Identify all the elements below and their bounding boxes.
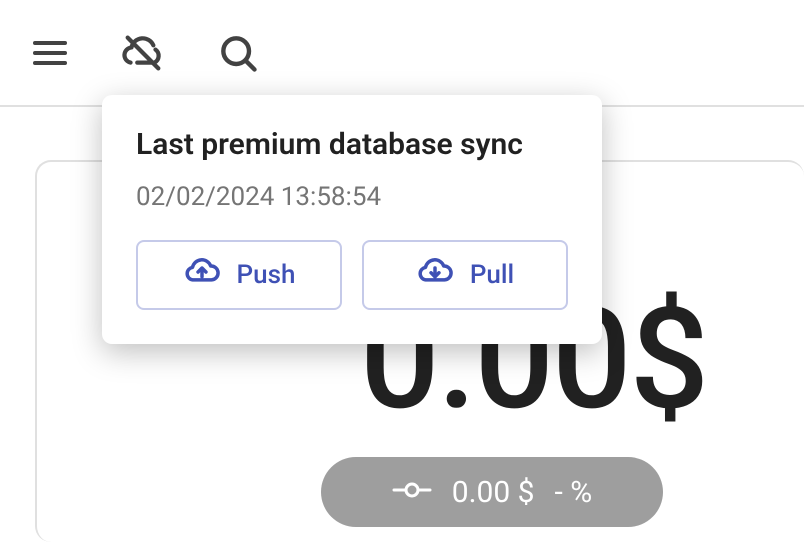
menu-icon[interactable] bbox=[30, 33, 70, 73]
pull-label: Pull bbox=[470, 260, 514, 290]
pill-amount: 0.00 $ bbox=[452, 475, 535, 510]
timeline-icon bbox=[392, 480, 432, 504]
topbar bbox=[0, 0, 804, 107]
popover-buttons: Push Pull bbox=[136, 240, 568, 310]
cloud-off-icon[interactable] bbox=[120, 30, 166, 76]
sync-popover: Last premium database sync 02/02/2024 13… bbox=[102, 95, 602, 344]
pull-button[interactable]: Pull bbox=[362, 240, 568, 310]
popover-date: 02/02/2024 13:58:54 bbox=[136, 182, 568, 212]
popover-title: Last premium database sync bbox=[136, 127, 568, 162]
search-icon[interactable] bbox=[216, 31, 260, 75]
push-label: Push bbox=[237, 260, 296, 290]
push-button[interactable]: Push bbox=[136, 240, 342, 310]
cloud-download-icon bbox=[416, 253, 454, 298]
pill-percent: - % bbox=[555, 475, 593, 510]
summary-pill[interactable]: 0.00 $ - % bbox=[321, 457, 663, 527]
cloud-upload-icon bbox=[183, 253, 221, 298]
